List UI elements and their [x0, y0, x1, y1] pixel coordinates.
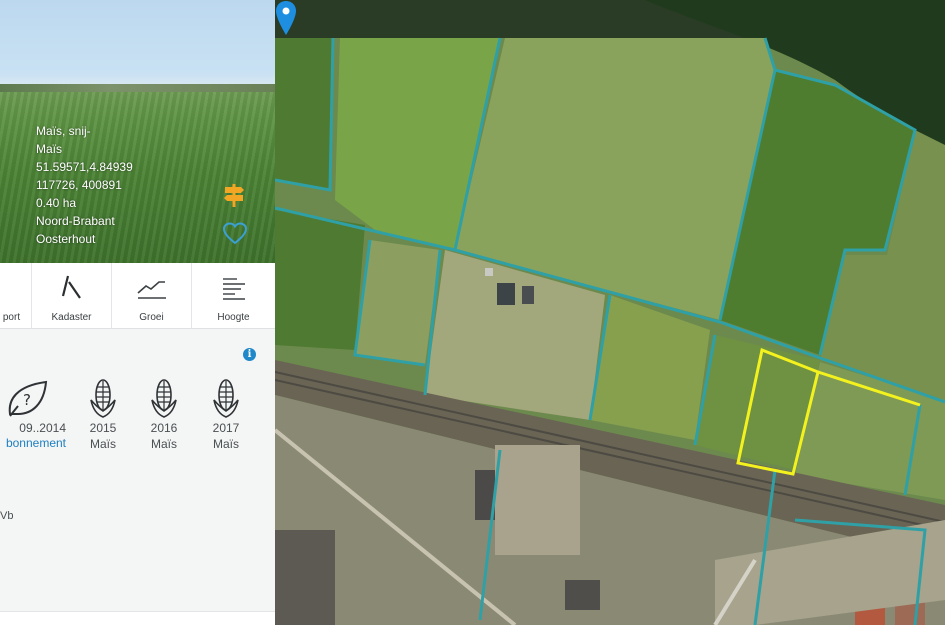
parcel-info-panel: Maïs, snij- Maïs 51.59571,4.84939 117726…	[0, 0, 275, 625]
field	[275, 210, 365, 350]
crop-2017: Maïs	[212, 437, 239, 451]
tab-hoogte-label: Hoogte	[217, 312, 250, 323]
leaf-question-icon: ?	[8, 380, 48, 417]
tab-report[interactable]: port	[0, 263, 32, 329]
height-icon	[222, 278, 245, 300]
province-text: Noord-Brabant	[36, 214, 115, 228]
history-2016: 2016 Maïs	[134, 378, 194, 452]
growth-chart-icon	[136, 281, 166, 299]
locked-years: 09..2014	[19, 421, 66, 435]
crop-2016: Maïs	[150, 437, 177, 451]
tab-groei[interactable]: Groei	[112, 263, 192, 329]
area-text: 0.40 ha	[36, 196, 77, 210]
tab-kadaster[interactable]: Kadaster	[32, 263, 112, 329]
heart-icon[interactable]	[222, 222, 248, 246]
corn-icon	[90, 379, 116, 418]
svg-text:?: ?	[23, 391, 31, 409]
map-canvas[interactable]	[275, 0, 945, 625]
signpost-icon[interactable]	[222, 182, 246, 208]
corn-icon	[213, 379, 239, 418]
info-icon[interactable]: i	[243, 348, 256, 361]
history-locked: ? 09..2014 bonnement	[0, 378, 66, 450]
building	[565, 580, 600, 610]
tab-hoogte[interactable]: Hoogte	[192, 263, 275, 329]
coordinates-text: 51.59571,4.84939	[36, 160, 133, 174]
history-2017: 2017 Maïs	[196, 378, 256, 452]
kadaster-icon	[61, 275, 81, 299]
soil-type-value: Vb	[0, 510, 14, 522]
rd-coordinates-text: 117726, 400891	[36, 178, 122, 192]
tab-report-label: port	[2, 312, 21, 323]
field-photo: Maïs, snij- Maïs 51.59571,4.84939 117726…	[0, 0, 275, 263]
corn-icon	[151, 379, 177, 418]
field	[275, 38, 333, 190]
abonnement-link[interactable]: bonnement	[0, 436, 66, 450]
municipality-text: Oosterhout	[36, 232, 96, 246]
soil-type-text: Vb	[0, 510, 13, 522]
parcel-details: Maïs, snij- Maïs 51.59571,4.84939 117726…	[36, 122, 133, 248]
tab-groei-label: Groei	[139, 312, 164, 323]
tab-kadaster-label: Kadaster	[51, 312, 92, 323]
year-2017: 2017	[212, 421, 240, 435]
year-2015: 2015	[89, 421, 117, 435]
history-2015: 2015 Maïs	[73, 378, 133, 452]
crop-type-text: Maïs, snij-	[36, 124, 91, 138]
year-2016: 2016	[150, 421, 178, 435]
location-pin-icon[interactable]	[275, 0, 297, 36]
panel-footer	[0, 611, 275, 625]
farm-building	[522, 286, 534, 304]
crop-2015: Maïs	[89, 437, 116, 451]
satellite-map[interactable]	[275, 0, 945, 625]
parcel-toolbar: port Kadaster Groei Hoogte	[0, 263, 275, 329]
tree-line	[0, 84, 275, 92]
lot	[495, 445, 580, 555]
crop-text: Maïs	[36, 142, 63, 156]
building	[275, 530, 335, 625]
farm-building	[497, 283, 515, 305]
farm-building	[485, 268, 493, 276]
